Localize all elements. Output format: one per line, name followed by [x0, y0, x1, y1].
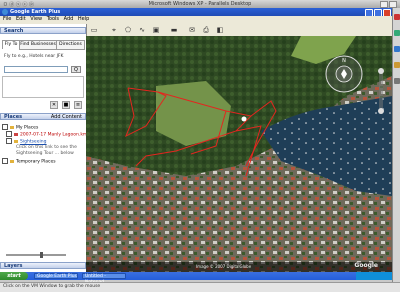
placemark-icon[interactable]: ⌖ — [110, 26, 118, 34]
places-tree: My Places 2007-07-17 Manly Lagoon.kml Si… — [2, 122, 89, 250]
clear-results-icon[interactable]: ✕ — [50, 101, 58, 109]
sidebar-toggle-icon[interactable]: ▭ — [90, 26, 98, 34]
search-tabs: Fly To Find Businesses Directions — [2, 40, 85, 50]
host-tool-icon[interactable] — [394, 78, 400, 84]
map-status-footer: Image © 2007 DigitalGlobe Google — [86, 262, 392, 272]
layers-panel-title: Layers — [4, 263, 23, 269]
places-item-temporary[interactable]: Temporary Places — [2, 158, 56, 165]
host-tool-icon[interactable] — [394, 62, 400, 68]
places-item-kml[interactable]: 2007-07-17 Manly Lagoon.kml — [6, 131, 89, 138]
tab-find-businesses[interactable]: Find Businesses — [19, 40, 57, 50]
checkbox[interactable] — [2, 158, 8, 164]
google-earth-icon — [2, 9, 8, 15]
start-button[interactable]: start — [0, 272, 28, 280]
overlay-icon[interactable]: ▣ — [152, 26, 160, 34]
places-item-note: Click on this link to see the — [16, 145, 77, 150]
menu-tools[interactable]: Tools — [47, 16, 59, 22]
search-panel-title: Search — [4, 28, 24, 34]
host-maximize-button[interactable] — [389, 1, 397, 8]
menu-help[interactable]: Help — [78, 16, 89, 22]
path-icon[interactable]: ∿ — [138, 26, 146, 34]
folder-icon — [14, 139, 18, 143]
host-tool-icon[interactable] — [394, 30, 400, 36]
imagery-attribution: Image © 2007 DigitalGlobe — [196, 264, 252, 269]
menu-file[interactable]: File — [3, 16, 11, 22]
taskbar-item-notepad[interactable]: Untitled - Notepad — [82, 273, 126, 285]
search-input[interactable] — [4, 66, 68, 73]
tab-directions[interactable]: Directions — [56, 40, 85, 50]
maps-icon[interactable]: ◧ — [216, 26, 224, 34]
places-item-my-places[interactable]: My Places — [2, 124, 38, 131]
places-item-label: 2007-07-17 Manly Lagoon.kml — [20, 132, 89, 138]
system-tray — [356, 272, 392, 280]
email-icon[interactable]: ✉ — [188, 26, 196, 34]
ruler-icon[interactable]: ▬ — [170, 26, 178, 34]
checkbox[interactable] — [6, 138, 12, 144]
app-titlebar: Google Earth Plus — [0, 8, 392, 17]
host-status-text: Click on the VM Window to grab the mouse — [3, 284, 101, 289]
host-tool-icon[interactable] — [394, 46, 400, 52]
places-item-label: Sightseeing — [20, 139, 47, 145]
print-icon[interactable]: ⎙ — [202, 26, 210, 34]
navigation-compass[interactable]: N — [325, 55, 363, 93]
menu-edit[interactable]: Edit — [16, 16, 26, 22]
checkbox[interactable] — [2, 124, 8, 130]
host-window-title: Microsoft Windows XP - Parallels Desktop — [148, 1, 252, 7]
tour-slider-track[interactable] — [6, 254, 66, 256]
places-panel-header[interactable]: Places Add Content — [0, 113, 86, 120]
layers-panel-header[interactable]: Layers — [0, 262, 86, 269]
add-content-link[interactable]: Add Content — [51, 114, 82, 120]
host-side-toolbar — [392, 8, 400, 284]
google-logo: Google — [354, 262, 378, 269]
places-panel-title: Places — [4, 114, 23, 120]
polygon-icon[interactable]: ⬠ — [124, 26, 132, 34]
search-panel-header[interactable]: Search — [0, 27, 86, 34]
places-item-label: My Places — [16, 125, 39, 131]
taskbar-item-google-earth[interactable]: Google Earth Plus — [34, 273, 78, 279]
app-title: Google Earth Plus — [10, 9, 61, 15]
kml-icon — [14, 132, 18, 136]
places-item-note: Sightseeing Tour ... below — [16, 151, 74, 156]
placemark-icon[interactable] — [241, 116, 247, 122]
host-tool-icon[interactable] — [394, 14, 400, 20]
list-results-icon[interactable]: ≡ — [74, 101, 82, 109]
folder-icon — [10, 159, 14, 163]
tour-slider-knob[interactable] — [40, 252, 43, 258]
svg-text:N: N — [342, 58, 346, 64]
satellite-imagery[interactable]: N — [86, 36, 392, 272]
menu-add[interactable]: Add — [64, 16, 74, 22]
search-results-list — [2, 76, 84, 98]
folder-icon — [10, 125, 14, 129]
map-view[interactable]: N — [86, 36, 392, 272]
menu-view[interactable]: View — [30, 16, 42, 22]
copy-results-icon[interactable]: ■ — [62, 101, 70, 109]
search-button[interactable]: Q — [71, 66, 81, 73]
fly-to-hint: Fly to e.g., Hotels near JFK — [4, 54, 64, 59]
places-item-label: Temporary Places — [16, 159, 56, 165]
checkbox[interactable] — [6, 131, 12, 137]
places-item-sightseeing[interactable]: Sightseeing — [6, 138, 46, 145]
menu-bar: File Edit View Tools Add Help — [0, 16, 392, 24]
host-minimize-button[interactable] — [380, 1, 388, 8]
tab-fly-to[interactable]: Fly To — [2, 40, 20, 49]
